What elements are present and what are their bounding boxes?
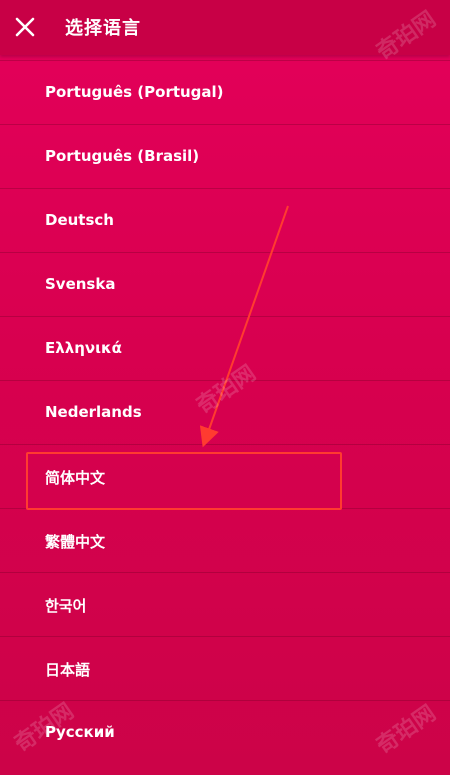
- language-label: Svenska: [45, 275, 116, 293]
- language-label: Ελληνικά: [45, 339, 122, 357]
- app-header: 选择语言: [0, 0, 450, 55]
- language-label: Português (Brasil): [45, 147, 200, 165]
- language-option-ko[interactable]: 한국어: [0, 572, 450, 636]
- language-option-de[interactable]: Deutsch: [0, 188, 450, 252]
- language-label: Português (Portugal): [45, 83, 224, 101]
- language-option-sv[interactable]: Svenska: [0, 252, 450, 316]
- language-label: Deutsch: [45, 211, 114, 229]
- language-label: Nederlands: [45, 403, 142, 421]
- language-option-ja[interactable]: 日本語: [0, 636, 450, 700]
- language-option-el[interactable]: Ελληνικά: [0, 316, 450, 380]
- language-option-pt-pt[interactable]: Português (Portugal): [0, 60, 450, 124]
- language-label: 한국어: [45, 597, 87, 615]
- language-option-zh-hant[interactable]: 繁體中文: [0, 508, 450, 572]
- language-option-pt-br[interactable]: Português (Brasil): [0, 124, 450, 188]
- page-title: 选择语言: [65, 18, 141, 39]
- language-label: 繁體中文: [45, 533, 106, 551]
- language-list: Português (Portugal) Português (Brasil) …: [0, 60, 450, 764]
- language-label: Русский: [45, 723, 115, 741]
- close-icon: [15, 17, 35, 37]
- language-label: 简体中文: [45, 469, 106, 487]
- language-option-zh-hans[interactable]: 简体中文: [0, 444, 450, 508]
- language-label: 日本語: [45, 661, 91, 679]
- close-button[interactable]: [10, 12, 40, 42]
- language-option-nl[interactable]: Nederlands: [0, 380, 450, 444]
- language-option-ru[interactable]: Русский: [0, 700, 450, 764]
